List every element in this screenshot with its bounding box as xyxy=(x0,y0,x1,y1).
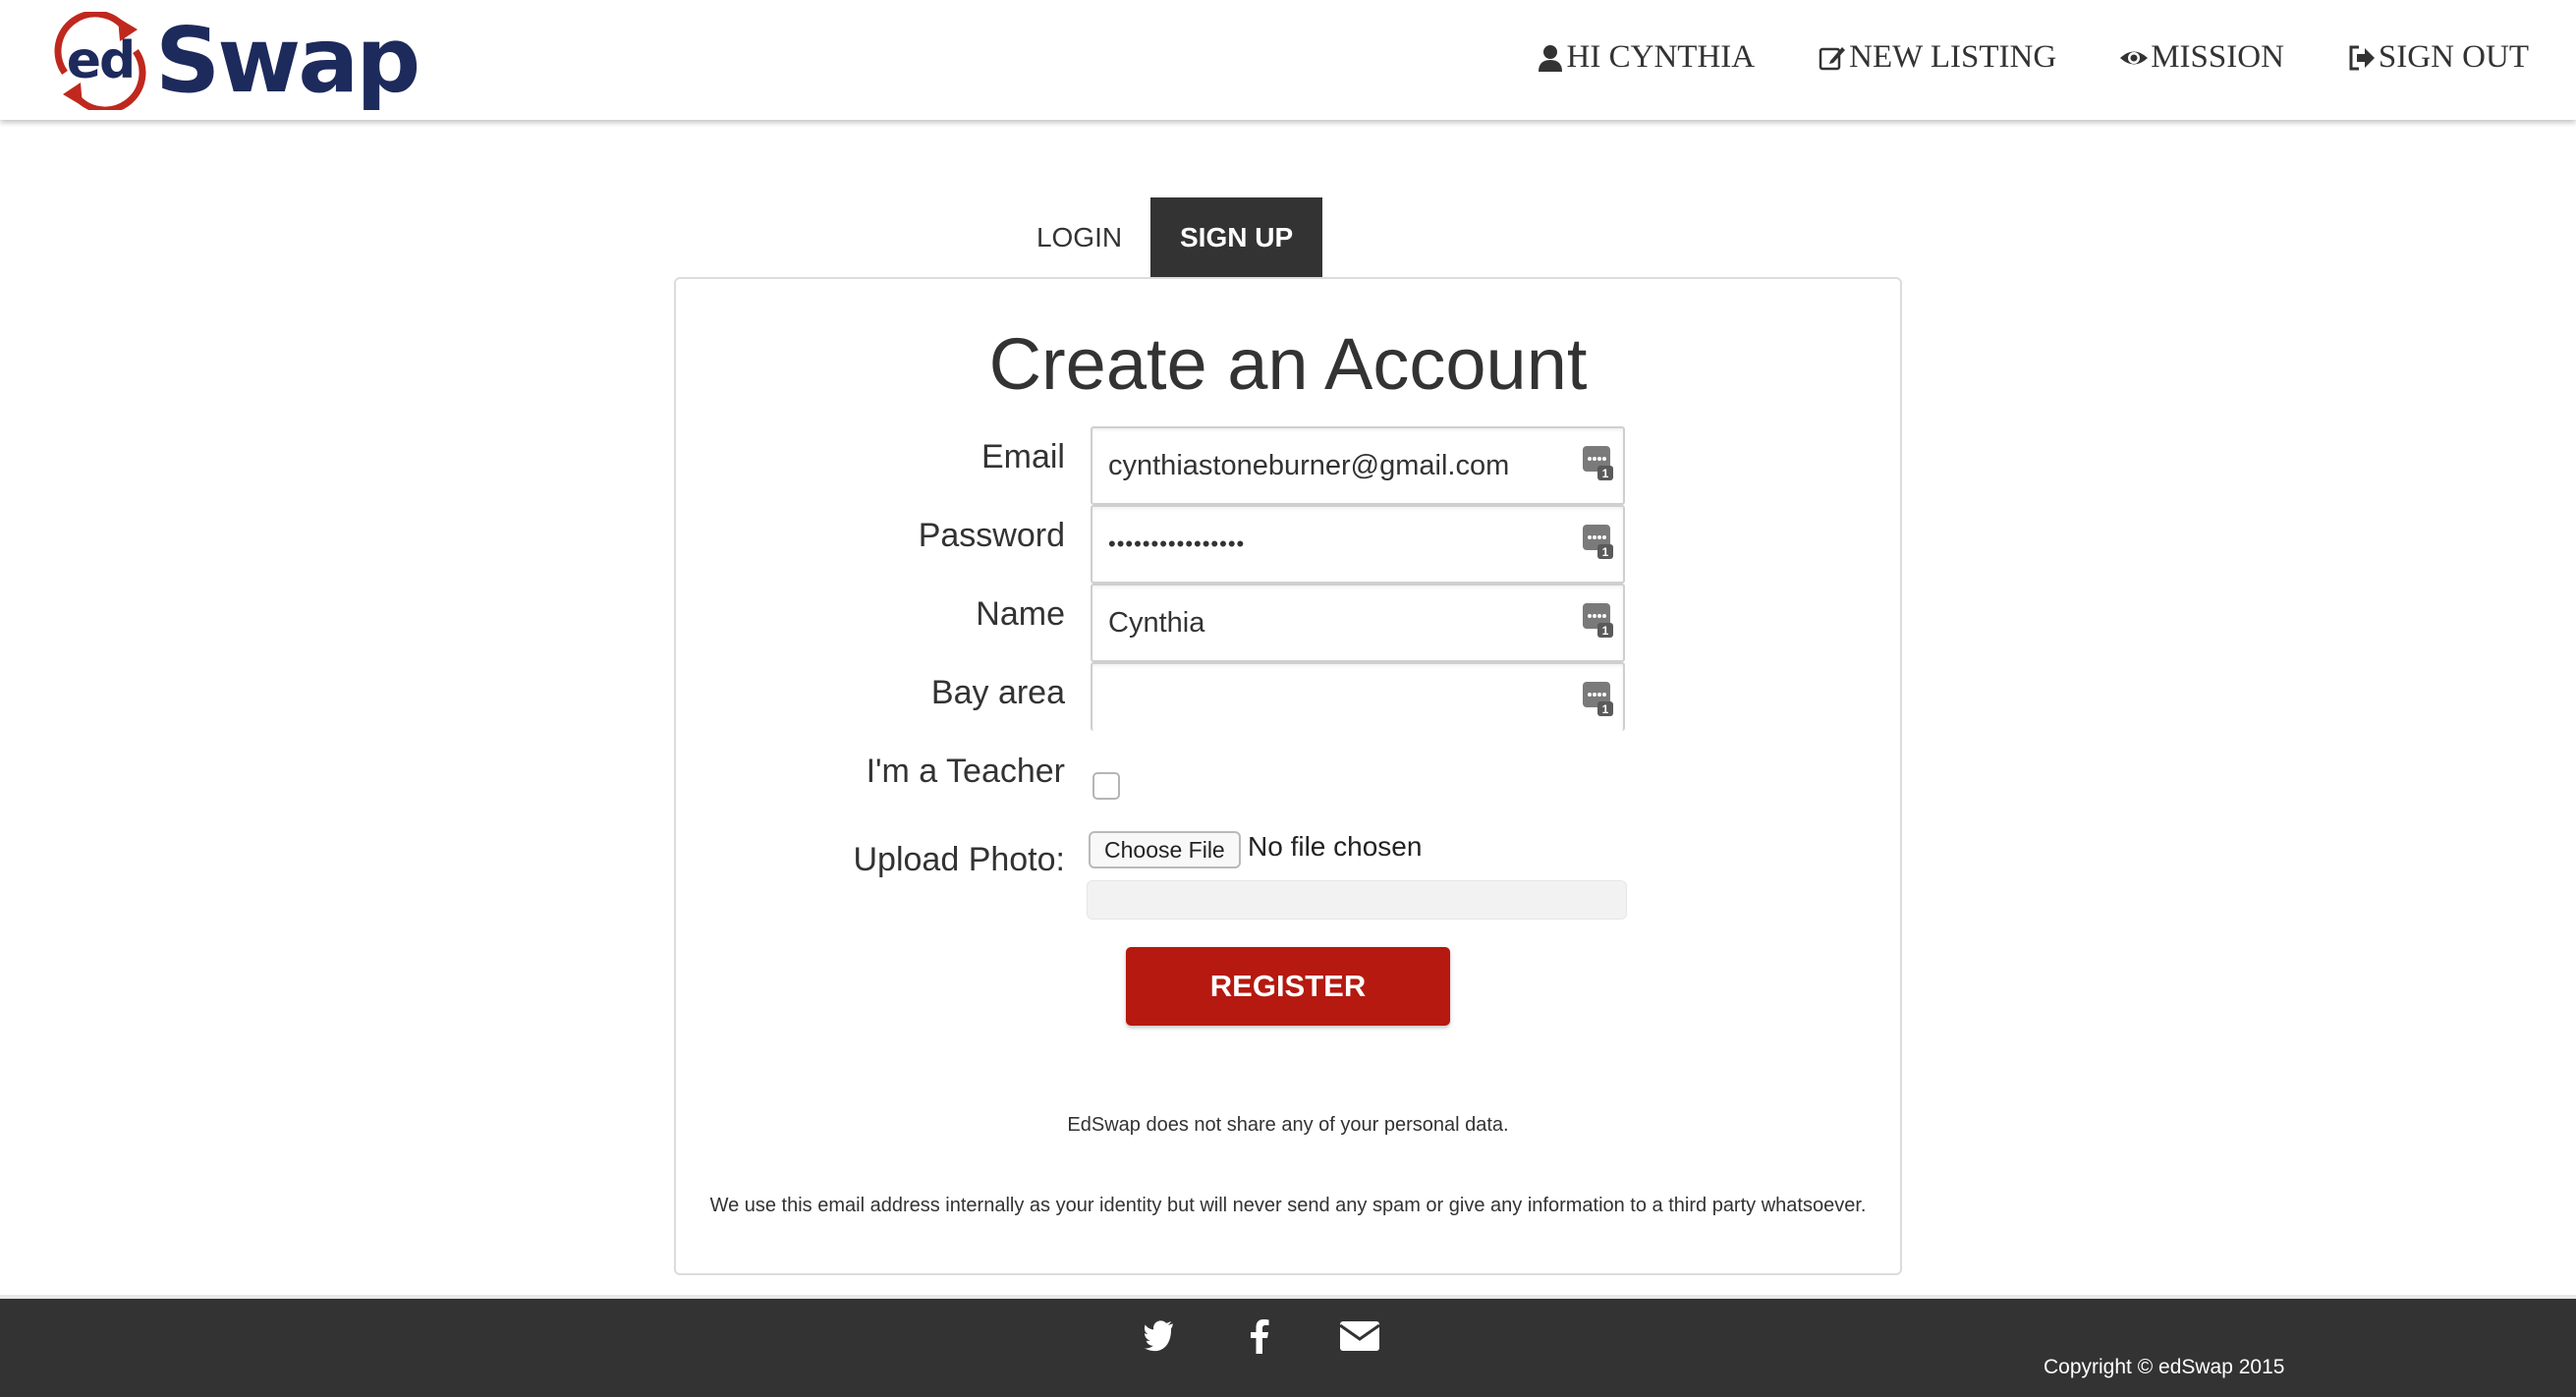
upload-row: Upload Photo: Choose File No file chosen xyxy=(676,825,1900,933)
upload-label: Upload Photo: xyxy=(853,841,1066,878)
user-icon xyxy=(1538,44,1562,72)
bay-area-row: Bay area 1 xyxy=(676,662,1900,741)
edit-icon xyxy=(1819,46,1846,70)
tab-login[interactable]: LOGIN xyxy=(1008,197,1150,278)
password-field[interactable]: •••••••••••••••• 1 xyxy=(1091,505,1625,584)
site-footer: Copyright © edSwap 2015 xyxy=(0,1295,2576,1397)
teacher-label: I'm a Teacher xyxy=(866,753,1065,790)
password-label: Password xyxy=(918,517,1065,554)
logo-swap-text: Swap xyxy=(155,8,420,113)
facebook-icon[interactable] xyxy=(1249,1318,1270,1354)
upload-status: No file chosen xyxy=(1248,831,1423,862)
nav-new-listing-label: NEW LISTING xyxy=(1849,39,2057,75)
social-links xyxy=(1145,1318,1380,1354)
nav-greeting[interactable]: HI CYNTHIA xyxy=(1536,39,1756,76)
nav-greeting-label: HI CYNTHIA xyxy=(1566,39,1756,75)
nav-mission-label: MISSION xyxy=(2151,39,2284,75)
password-manager-icon[interactable]: 1 xyxy=(1582,523,1615,560)
upload-progress-bar xyxy=(1087,880,1627,920)
twitter-icon[interactable] xyxy=(1145,1320,1180,1352)
nav-mission[interactable]: MISSION xyxy=(2119,39,2284,76)
main-nav: HI CYNTHIA NEW LISTING MISSION SIGN OUT xyxy=(1536,39,2529,76)
password-value: •••••••••••••••• xyxy=(1108,531,1246,556)
email-value: cynthiastoneburner@gmail.com xyxy=(1108,449,1510,481)
password-manager-icon[interactable]: 1 xyxy=(1582,601,1615,639)
password-manager-icon[interactable]: 1 xyxy=(1582,680,1615,717)
name-value: Cynthia xyxy=(1108,606,1205,639)
site-header: ed Swap HI CYNTHIA NEW LISTING MISSION S… xyxy=(0,0,2576,120)
bay-area-field[interactable]: 1 xyxy=(1091,662,1625,731)
teacher-row: I'm a Teacher xyxy=(676,741,1900,819)
nav-new-listing[interactable]: NEW LISTING xyxy=(1818,39,2056,76)
register-button[interactable]: REGISTER xyxy=(1126,947,1450,1026)
name-label: Name xyxy=(976,595,1065,633)
envelope-icon[interactable] xyxy=(1339,1320,1380,1352)
copyright: Copyright © edSwap 2015 xyxy=(2044,1356,2285,1378)
svg-text:1: 1 xyxy=(1602,467,1609,480)
name-row: Name Cynthia 1 xyxy=(676,584,1900,662)
logo-ed-text: ed xyxy=(66,31,136,90)
email-row: Email cynthiastoneburner@gmail.com 1 xyxy=(676,426,1900,505)
signup-panel: Create an Account Email cynthiastoneburn… xyxy=(674,277,1902,1275)
password-row: Password •••••••••••••••• 1 xyxy=(676,505,1900,584)
password-manager-icon[interactable]: 1 xyxy=(1582,444,1615,481)
page-title: Create an Account xyxy=(988,323,1588,405)
teacher-checkbox[interactable] xyxy=(1092,772,1120,800)
nav-sign-out[interactable]: SIGN OUT xyxy=(2347,39,2529,76)
tab-signup[interactable]: SIGN UP xyxy=(1150,197,1323,278)
edswap-logo[interactable]: ed Swap xyxy=(47,8,420,114)
eye-icon xyxy=(2120,51,2149,64)
bay-area-label: Bay area xyxy=(930,674,1065,711)
privacy-note: EdSwap does not share any of your person… xyxy=(1067,1114,1509,1136)
sign-out-icon xyxy=(2349,45,2375,70)
svg-text:1: 1 xyxy=(1602,545,1609,559)
email-label: Email xyxy=(980,438,1065,475)
nav-sign-out-label: SIGN OUT xyxy=(2378,39,2529,75)
svg-text:1: 1 xyxy=(1602,624,1609,638)
choose-file-button[interactable]: Choose File xyxy=(1089,831,1241,868)
logo-ed-badge: ed xyxy=(47,12,153,110)
svg-text:1: 1 xyxy=(1602,702,1609,716)
email-field[interactable]: cynthiastoneburner@gmail.com 1 xyxy=(1091,426,1625,505)
name-field[interactable]: Cynthia 1 xyxy=(1091,584,1625,662)
email-usage-note: We use this email address internally as … xyxy=(709,1195,1867,1216)
auth-tabs: LOGIN SIGN UP xyxy=(1002,197,1323,278)
